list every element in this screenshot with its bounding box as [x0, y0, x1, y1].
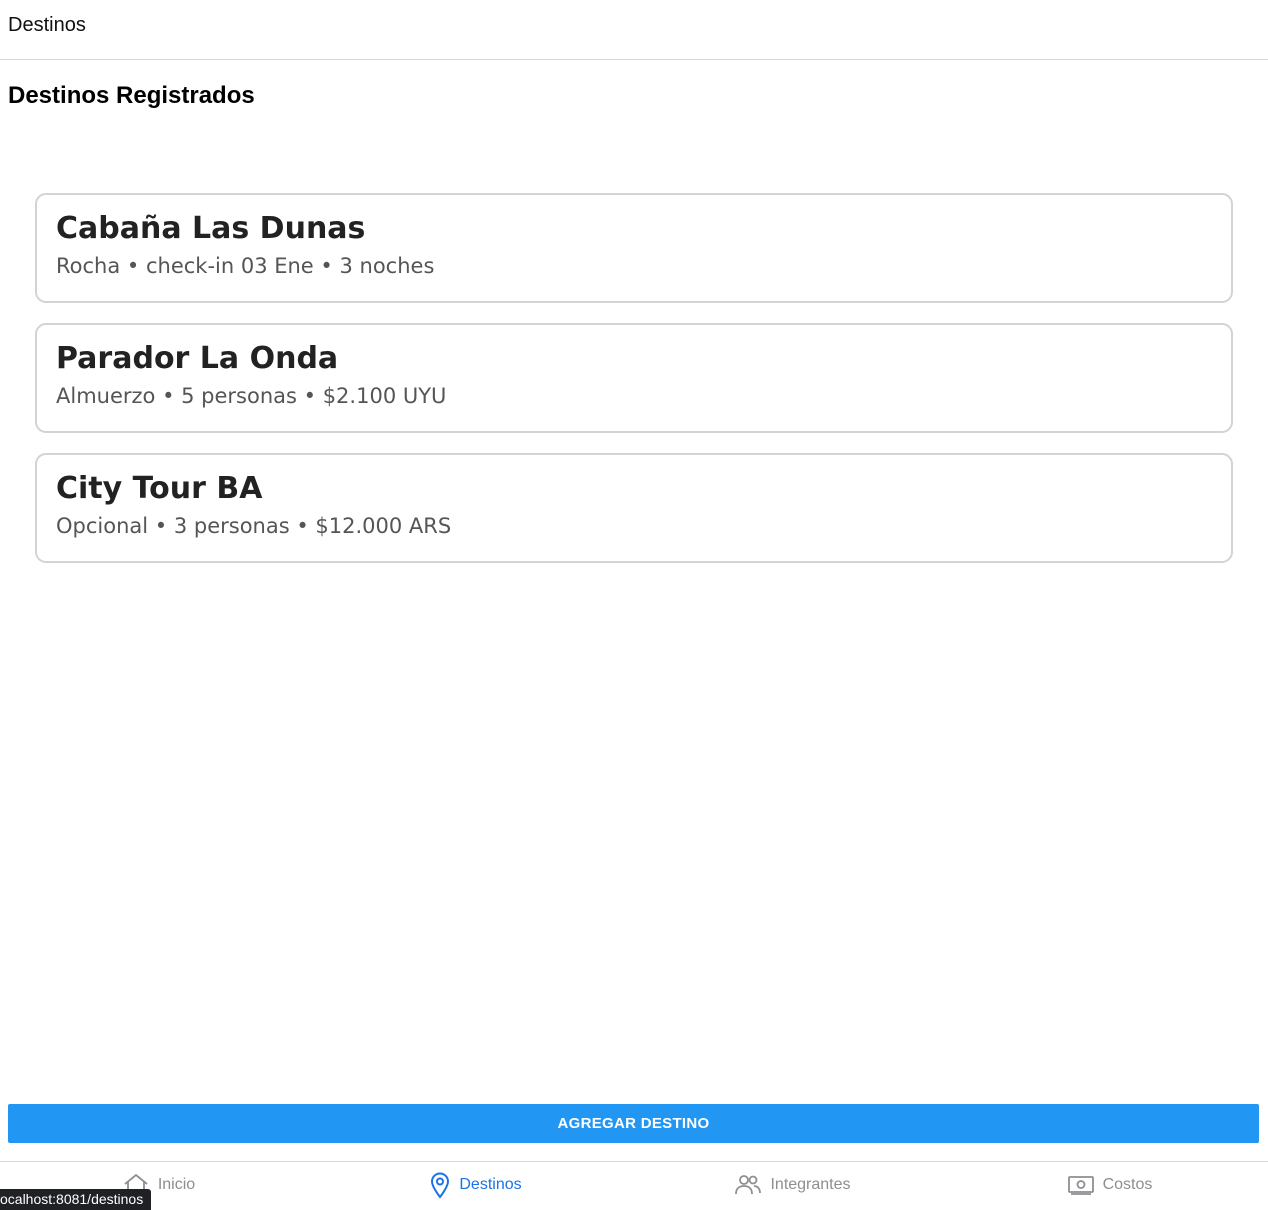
tab-label: Costos: [1102, 1176, 1153, 1193]
destination-details: Opcional • 3 personas • $12.000 ARS: [56, 514, 452, 538]
app-root: Destinos Destinos Registrados Cabaña Las…: [0, 0, 1268, 1210]
tab-destinos[interactable]: Destinos: [317, 1162, 634, 1210]
destination-card[interactable]: City Tour BA Opcional • 3 personas • $12…: [35, 453, 1233, 563]
tab-label: Integrantes: [770, 1176, 851, 1193]
money-icon: [1067, 1174, 1095, 1196]
page-title: Destinos Registrados: [8, 82, 255, 109]
people-icon: [734, 1173, 762, 1197]
tab-costos[interactable]: Costos: [951, 1162, 1268, 1210]
destination-details: Rocha • check-in 03 Ene • 3 noches: [56, 254, 435, 278]
app-header: Destinos: [0, 0, 1268, 60]
destinations-list: Cabaña Las Dunas Rocha • check-in 03 Ene…: [35, 193, 1233, 583]
status-url-tooltip: ocalhost:8081/destinos: [0, 1189, 152, 1210]
header-title: Destinos: [8, 14, 86, 36]
add-destination-button[interactable]: AGREGAR DESTINO: [8, 1104, 1259, 1143]
destination-name: City Tour BA: [56, 471, 263, 506]
map-pin-icon: [429, 1171, 451, 1199]
tab-label: Destinos: [459, 1176, 522, 1193]
tab-label: Inicio: [157, 1176, 196, 1193]
destination-card[interactable]: Parador La Onda Almuerzo • 5 personas • …: [35, 323, 1233, 433]
destination-card[interactable]: Cabaña Las Dunas Rocha • check-in 03 Ene…: [35, 193, 1233, 303]
destination-name: Cabaña Las Dunas: [56, 211, 366, 246]
tab-integrantes[interactable]: Integrantes: [634, 1162, 951, 1210]
destination-details: Almuerzo • 5 personas • $2.100 UYU: [56, 384, 447, 408]
bottom-tab-bar: Inicio Destinos Integrantes Costos: [0, 1161, 1268, 1210]
destination-name: Parador La Onda: [56, 341, 339, 376]
